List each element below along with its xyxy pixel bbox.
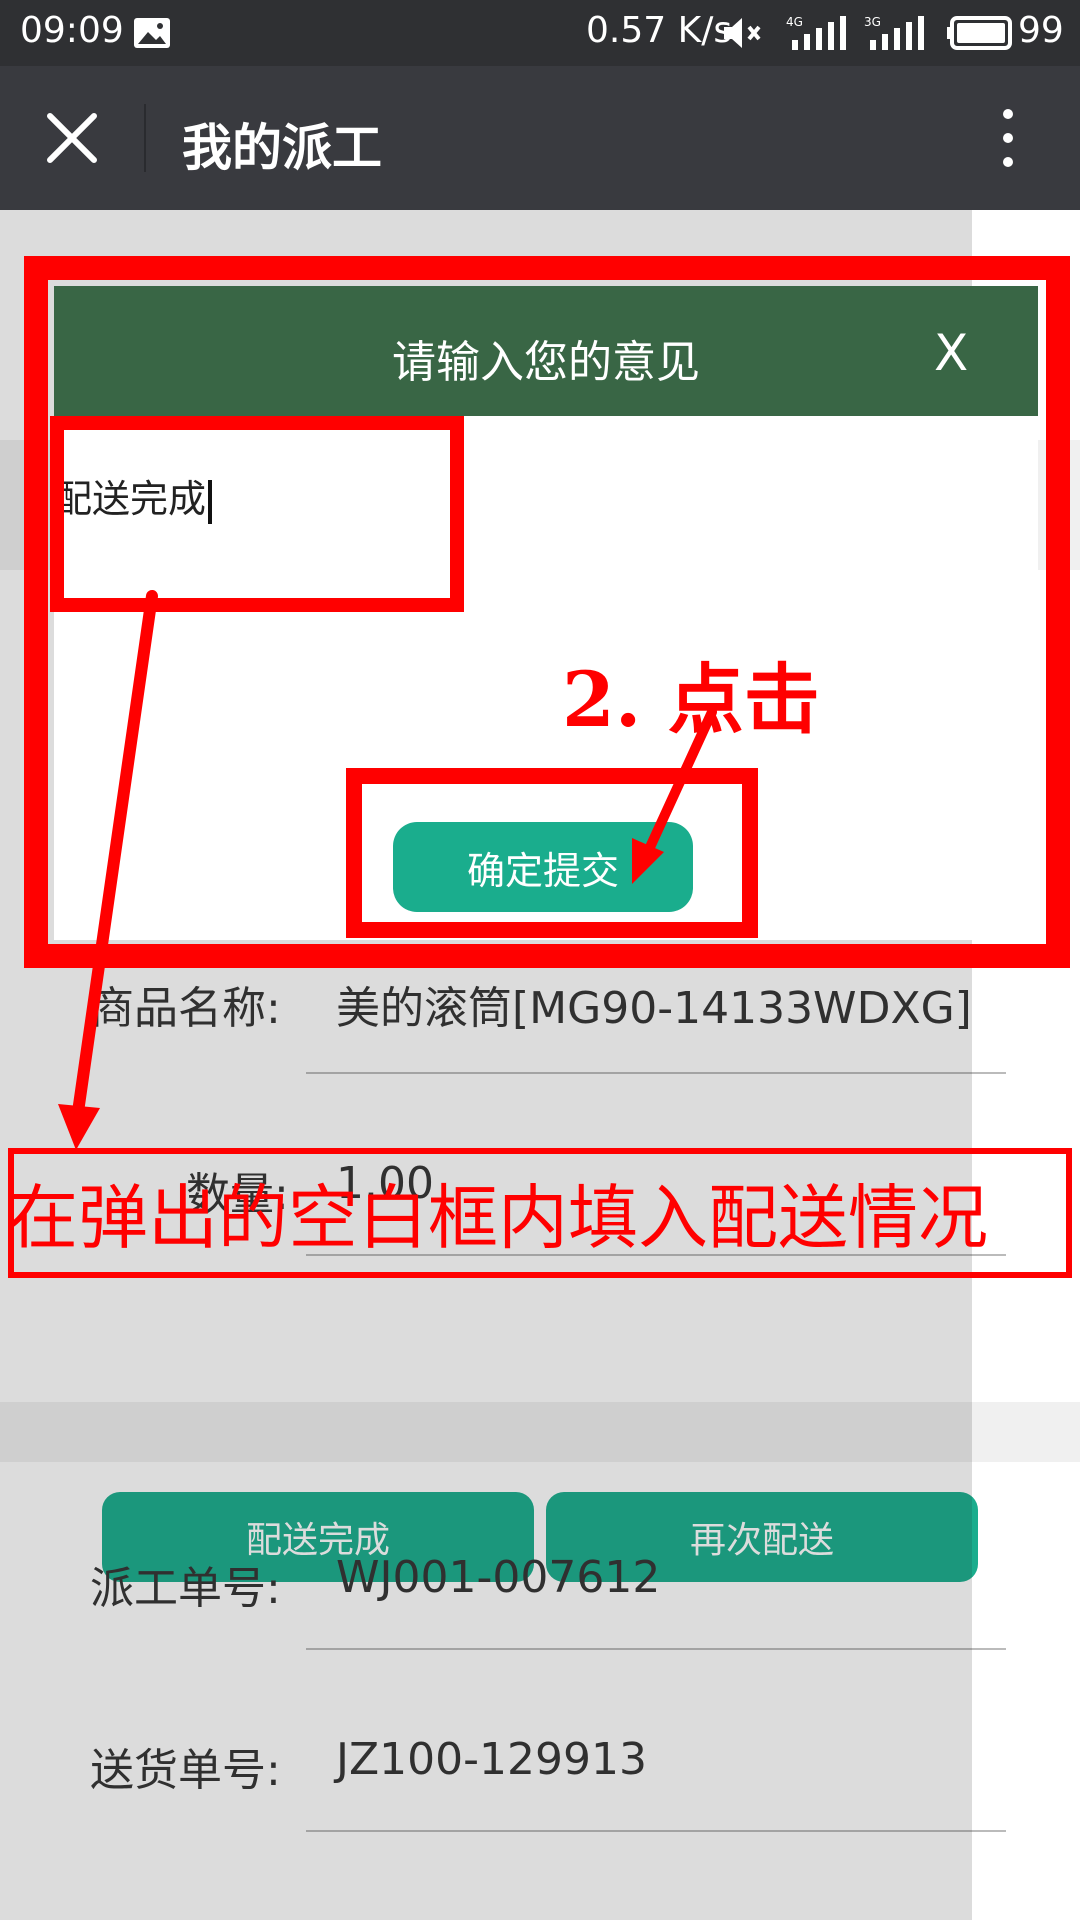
arrow-to-instruction	[72, 590, 158, 1118]
arrow-to-instruction-head	[58, 1104, 100, 1150]
arrow-to-submit	[641, 707, 717, 861]
annotation-arrows	[58, 590, 717, 1150]
